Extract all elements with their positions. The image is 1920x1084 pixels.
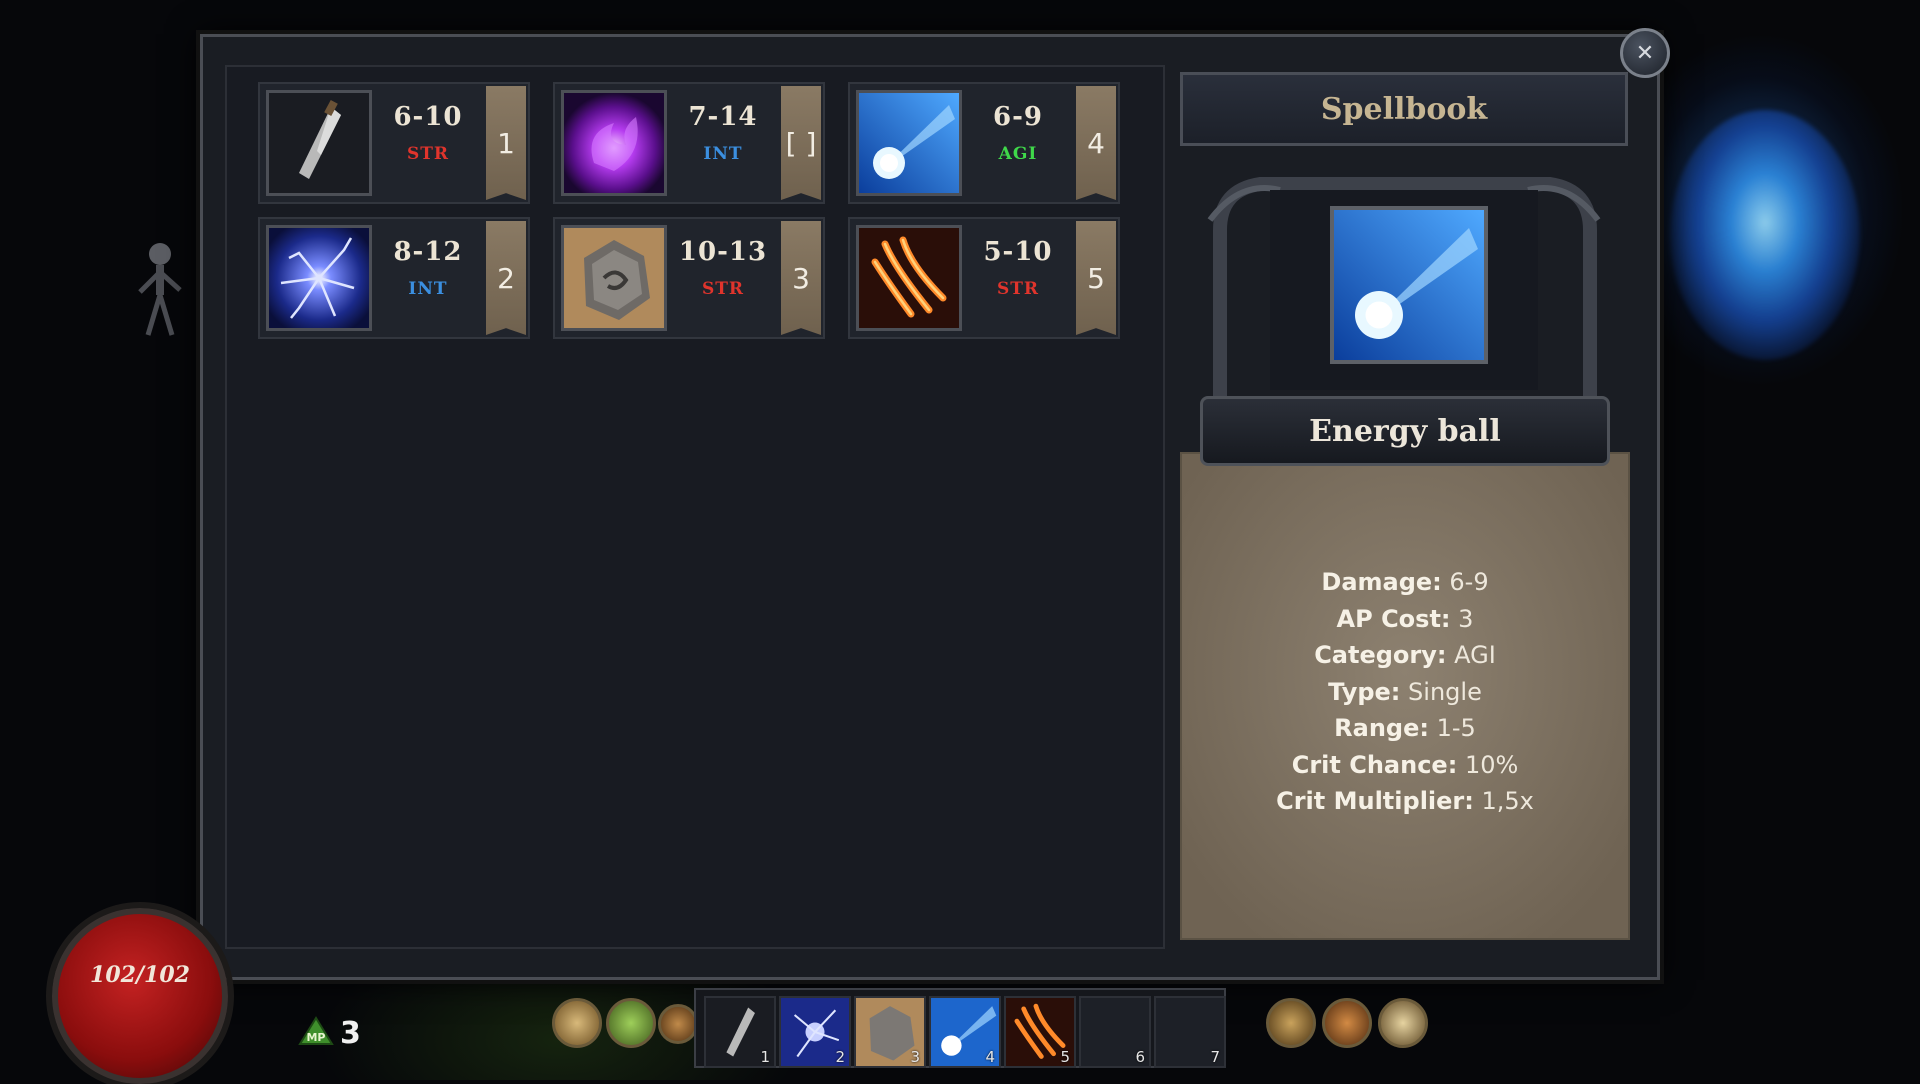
hotbar-slot-6[interactable]: 6 bbox=[1079, 996, 1151, 1068]
claw-icon bbox=[856, 225, 962, 331]
spell-damage: 7-14 bbox=[688, 102, 758, 132]
stat-damage: Damage: 6-9 bbox=[1321, 568, 1489, 596]
spell-category: AGI bbox=[998, 144, 1038, 164]
hotbar-slot-2[interactable]: 2 bbox=[779, 996, 851, 1068]
spell-category: STR bbox=[406, 144, 450, 164]
stat-crit-multiplier: Crit Multiplier: 1,5x bbox=[1276, 787, 1534, 815]
health-orb bbox=[52, 908, 228, 1084]
stat-ap-cost: AP Cost: 3 bbox=[1336, 604, 1474, 633]
lightning-icon bbox=[266, 225, 372, 331]
stat-crit-chance: Crit Chance: 10% bbox=[1291, 750, 1519, 779]
spell-damage: 6-10 bbox=[393, 102, 463, 132]
hotbar-slot-4[interactable]: 4 bbox=[929, 996, 1001, 1068]
hotbar-slot-tab[interactable]: 2 bbox=[486, 221, 526, 335]
hotbar-slot-tab[interactable]: 5 bbox=[1076, 221, 1116, 335]
stat-category: Category: AGI bbox=[1314, 641, 1496, 669]
mp-icon: MP bbox=[298, 1016, 334, 1045]
spell-damage: 8-12 bbox=[393, 237, 463, 267]
selected-spell-name: Energy ball bbox=[1309, 413, 1501, 449]
hotbar-slot-5[interactable]: 5 bbox=[1004, 996, 1076, 1068]
hotbar-slot-tab[interactable]: 1 bbox=[486, 86, 526, 200]
spell-card-sword[interactable]: 6-10 STR 1 bbox=[258, 82, 530, 204]
spell-damage: 10-13 bbox=[678, 237, 768, 267]
spell-category: STR bbox=[996, 279, 1040, 299]
stat-type: Type: Single bbox=[1328, 677, 1482, 706]
close-button[interactable]: ✕ bbox=[1620, 28, 1670, 78]
sword-icon bbox=[266, 90, 372, 196]
spell-category: INT bbox=[408, 279, 448, 299]
health-value: 102/102 bbox=[90, 962, 190, 988]
selected-spell-icon bbox=[1330, 206, 1488, 364]
hotbar-slot-7[interactable]: 7 bbox=[1154, 996, 1226, 1068]
stat-range: Range: 1-5 bbox=[1334, 714, 1476, 742]
spell-card-purple-fireball[interactable]: 7-14 INT [ ] bbox=[553, 82, 825, 204]
spell-card-energy-ball[interactable]: 6-9 AGI 4 bbox=[848, 82, 1120, 204]
spell-details-parchment: Damage: 6-9 AP Cost: 3 Category: AGI Typ… bbox=[1180, 452, 1630, 940]
blue-portal bbox=[1670, 110, 1860, 360]
hotbar-slot-tab[interactable]: [ ] bbox=[781, 86, 821, 200]
spell-category: INT bbox=[703, 144, 743, 164]
close-icon: ✕ bbox=[1635, 40, 1655, 66]
spell-damage: 6-9 bbox=[993, 102, 1043, 132]
character-button[interactable] bbox=[1266, 998, 1316, 1048]
skeleton-enemy bbox=[138, 243, 182, 336]
rock-icon bbox=[561, 225, 667, 331]
inventory-button[interactable] bbox=[1322, 998, 1372, 1048]
svg-text:MP: MP bbox=[306, 1031, 325, 1044]
spell-stats: Damage: 6-9 AP Cost: 3 Category: AGI Typ… bbox=[1182, 564, 1628, 820]
hotbar-slot-tab[interactable]: 3 bbox=[781, 221, 821, 335]
spell-card-lightning[interactable]: 8-12 INT 2 bbox=[258, 217, 530, 339]
spellbook-header: Spellbook bbox=[1180, 72, 1628, 146]
energy-ball-icon bbox=[856, 90, 962, 196]
spell-card-rock[interactable]: 10-13 STR 3 bbox=[553, 217, 825, 339]
purple-fireball-icon bbox=[561, 90, 667, 196]
ability-button[interactable] bbox=[658, 1004, 698, 1044]
hotbar-slot-3[interactable]: 3 bbox=[854, 996, 926, 1068]
movement-points-value: 3 bbox=[340, 1016, 361, 1051]
hotbar-slot-tab[interactable]: 4 bbox=[1076, 86, 1116, 200]
skill-tree-button[interactable] bbox=[606, 998, 656, 1048]
spell-damage: 5-10 bbox=[983, 237, 1053, 267]
hotbar-slot-1[interactable]: 1 bbox=[704, 996, 776, 1068]
spellbook-title: Spellbook bbox=[1320, 91, 1488, 127]
spellbook-button[interactable] bbox=[1378, 998, 1428, 1048]
spell-name-plate: Energy ball bbox=[1200, 396, 1610, 466]
spell-card-claw[interactable]: 5-10 STR 5 bbox=[848, 217, 1120, 339]
spell-hotbar: 1 2 3 4 5 6 7 bbox=[694, 988, 1226, 1068]
quest-scroll-button[interactable] bbox=[552, 998, 602, 1048]
spell-category: STR bbox=[701, 279, 745, 299]
